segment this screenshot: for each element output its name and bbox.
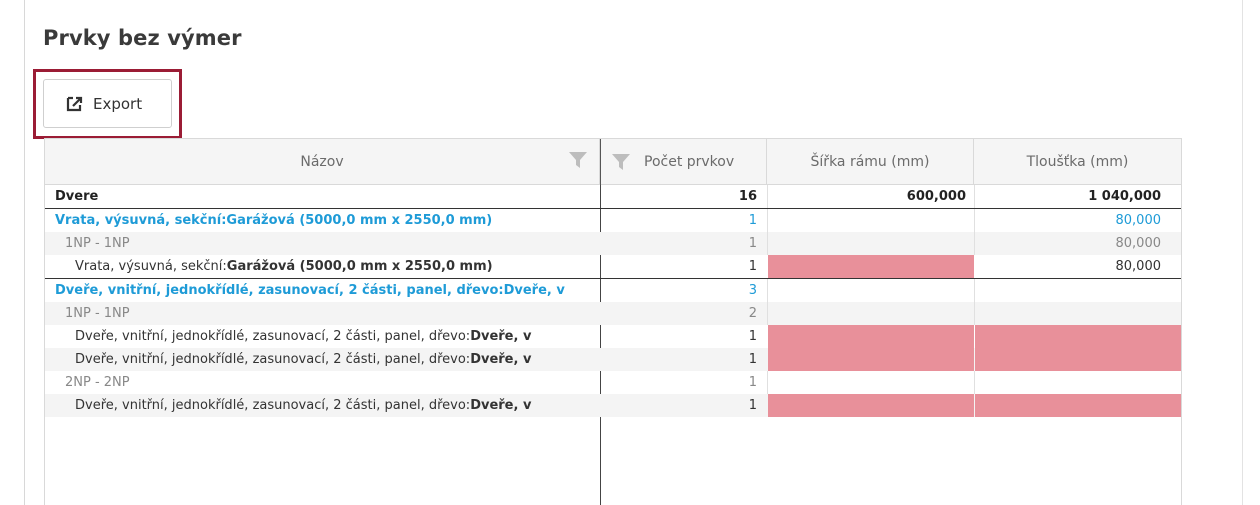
cell-thickness-missing [975, 348, 1181, 371]
table-row[interactable]: Dveře, vnitřní, jednokřídlé, zasunovací,… [45, 279, 1181, 302]
cell-name: Vrata, výsuvná, sekční:Garážová (5000,0 … [55, 213, 493, 228]
cell-thickness [975, 279, 1181, 302]
cell-thickness: 80,000 [1115, 236, 1162, 251]
cell-name: 1NP - 1NP [65, 236, 130, 251]
table-row[interactable]: Dveře, vnitřní, jednokřídlé, zasunovací,… [45, 394, 1181, 417]
cell-frame-width [768, 279, 974, 302]
table-row[interactable]: 1NP - 1NP 1 80,000 [45, 232, 1181, 255]
table-row[interactable]: Dvere 16 600,000 1 040,000 [45, 185, 1181, 208]
cell-frame-width-missing [768, 325, 974, 348]
cell-thickness [975, 302, 1181, 325]
filter-icon[interactable] [611, 152, 631, 172]
cell-thickness: 80,000 [1115, 213, 1162, 228]
table-row[interactable]: 1NP - 1NP 2 [45, 302, 1181, 325]
cell-name: Dveře, vnitřní, jednokřídlé, zasunovací,… [75, 398, 532, 413]
cell-count: 3 [748, 283, 757, 298]
column-header-count[interactable]: Počet prvkov [600, 139, 767, 184]
column-header-thickness[interactable]: Tloušťka (mm) [974, 139, 1181, 184]
cell-name: Dveře, vnitřní, jednokřídlé, zasunovací,… [75, 352, 532, 367]
column-header-count-label: Počet prvkov [644, 153, 735, 170]
cell-name: 1NP - 1NP [65, 306, 130, 321]
panel-border [1242, 0, 1243, 505]
page-title: Prvky bez výmer [43, 26, 242, 50]
export-button[interactable]: Export [43, 79, 172, 128]
cell-frame-width-missing [768, 394, 974, 417]
cell-frame-width-missing [768, 348, 974, 371]
elements-grid: Názov Počet prvkov Šířka rámu (mm) Tlouš… [44, 138, 1182, 505]
cell-name: 2NP - 2NP [65, 375, 130, 390]
column-header-frame-width-label: Šířka rámu (mm) [810, 153, 930, 170]
table-row[interactable]: Vrata, výsuvná, sekční:Garážová (5000,0 … [45, 255, 1181, 278]
cell-frame-width-missing [768, 255, 974, 278]
cell-count: 1 [748, 259, 757, 274]
cell-frame-width [768, 302, 974, 325]
cell-name: Dvere [55, 189, 99, 204]
cell-count: 1 [748, 375, 757, 390]
export-icon [66, 96, 83, 112]
column-header-thickness-label: Tloušťka (mm) [1026, 153, 1129, 170]
filter-icon[interactable] [568, 150, 588, 170]
grid-header: Názov Počet prvkov Šířka rámu (mm) Tlouš… [45, 139, 1181, 185]
table-row[interactable]: Vrata, výsuvná, sekční:Garážová (5000,0 … [45, 209, 1181, 232]
cell-thickness: 1 040,000 [1088, 189, 1161, 204]
cell-count: 1 [748, 352, 757, 367]
column-resize-handle[interactable] [600, 139, 601, 185]
cell-name: Vrata, výsuvná, sekční:Garážová (5000,0 … [75, 259, 493, 274]
cell-count: 1 [748, 329, 757, 344]
cell-count: 1 [748, 398, 757, 413]
cell-thickness [975, 371, 1181, 394]
table-row[interactable]: Dveře, vnitřní, jednokřídlé, zasunovací,… [45, 325, 1181, 348]
table-row[interactable]: 2NP - 2NP 1 [45, 371, 1181, 394]
cell-frame-width [768, 371, 974, 394]
cell-count: 2 [748, 306, 757, 321]
cell-frame-width [768, 232, 974, 255]
cell-count: 1 [748, 236, 757, 251]
column-header-name-label: Názov [300, 153, 344, 170]
table-row[interactable]: Dveře, vnitřní, jednokřídlé, zasunovací,… [45, 348, 1181, 371]
export-label: Export [93, 94, 143, 113]
cell-count: 16 [738, 189, 757, 204]
column-header-frame-width[interactable]: Šířka rámu (mm) [767, 139, 974, 184]
cell-frame-width [768, 209, 974, 232]
panel-border [24, 0, 25, 505]
cell-name: Dveře, vnitřní, jednokřídlé, zasunovací,… [75, 329, 532, 344]
cell-thickness-missing [975, 325, 1181, 348]
cell-name: Dveře, vnitřní, jednokřídlé, zasunovací,… [55, 283, 565, 298]
cell-thickness: 80,000 [1115, 259, 1162, 274]
column-header-name[interactable]: Názov [45, 139, 600, 184]
cell-thickness-missing [975, 394, 1181, 417]
cell-count: 1 [748, 213, 757, 228]
cell-frame-width: 600,000 [906, 189, 966, 204]
